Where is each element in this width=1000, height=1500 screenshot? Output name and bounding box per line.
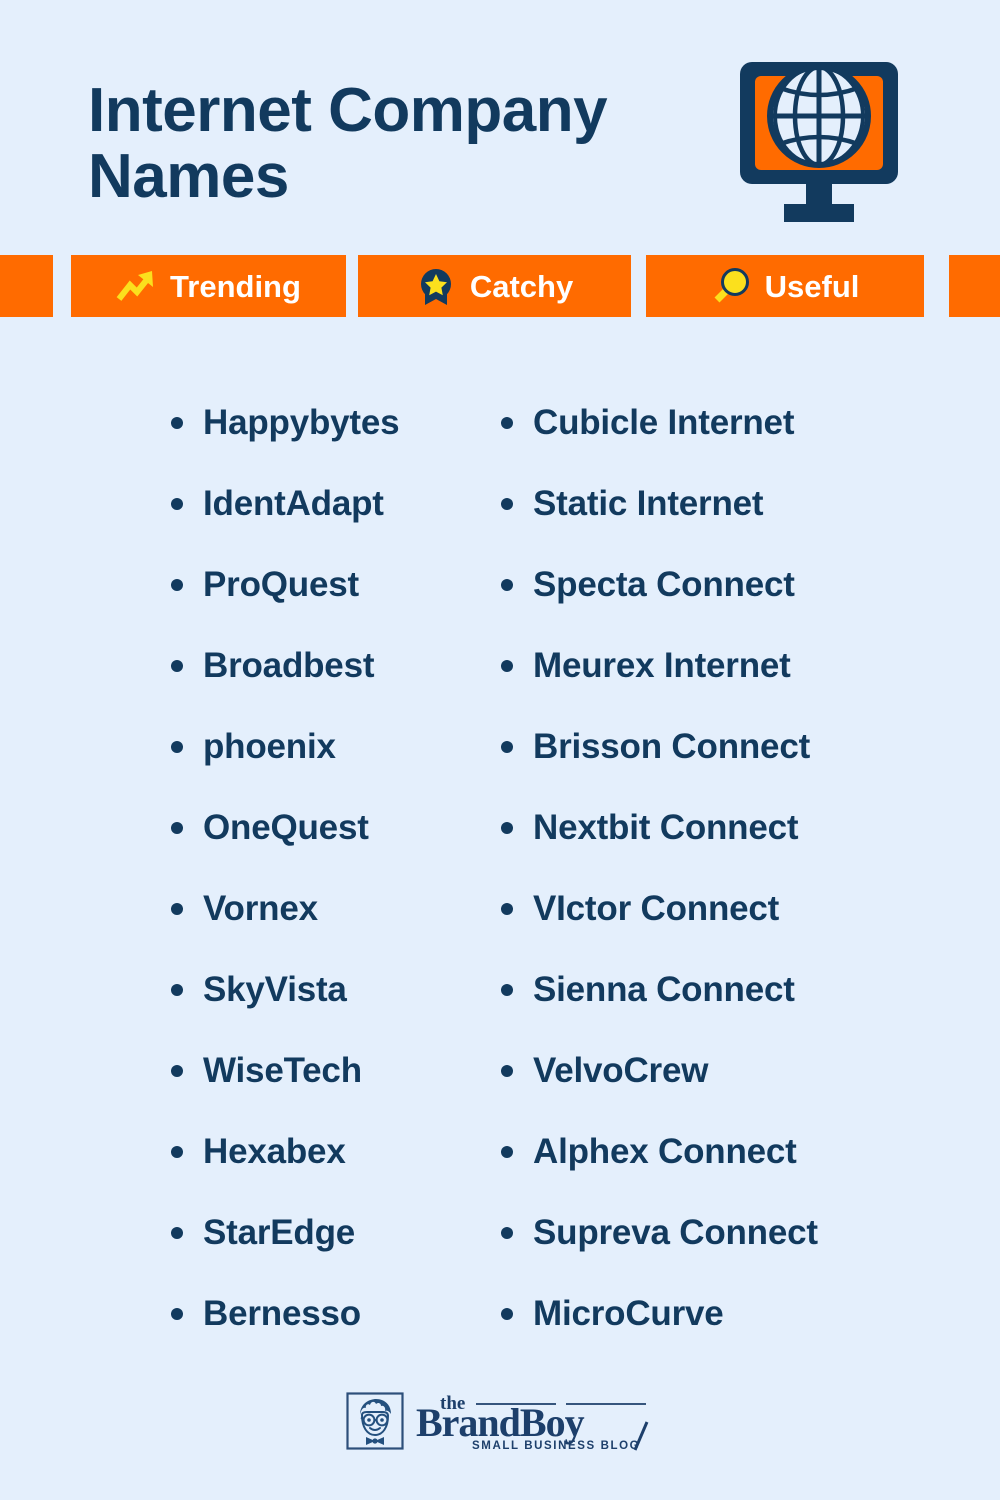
bullet-icon [501, 416, 513, 429]
footer: the BrandBoy SMALL BUSINESS BLOG [0, 1392, 1000, 1472]
list-item-label: Broadbest [203, 645, 375, 685]
bullet-icon [171, 902, 183, 915]
badge-trending-label: Trending [170, 268, 301, 304]
list-item-label: Alphex Connect [533, 1131, 797, 1171]
name-list-left: Happybytes IdentAdapt ProQuest Broadbest… [160, 382, 480, 1354]
list-item[interactable]: Vornex [160, 868, 480, 949]
list-item-label: Hexabex [203, 1131, 346, 1171]
bullet-icon [171, 578, 183, 591]
bullet-icon [501, 578, 513, 591]
list-item[interactable]: VelvoCrew [490, 1030, 910, 1111]
list-item-label: SkyVista [203, 969, 347, 1009]
badge-strip-right-stub [949, 255, 1000, 317]
page-title: Internet Company Names [88, 76, 608, 211]
list-item-label: Supreva Connect [533, 1212, 818, 1252]
logo-tagline-text: SMALL BUSINESS BLOG [472, 1440, 640, 1452]
bullet-icon [501, 740, 513, 753]
header: Internet Company Names [0, 0, 1000, 250]
bullet-icon [171, 983, 183, 996]
list-item[interactable]: Nextbit Connect [490, 787, 910, 868]
badge-strip-left-stub [0, 255, 53, 317]
bullet-icon [171, 821, 183, 834]
list-item-label: Meurex Internet [533, 645, 791, 685]
list-item-label: VelvoCrew [533, 1050, 709, 1090]
list-item[interactable]: StarEdge [160, 1192, 480, 1273]
boy-face-icon [346, 1392, 404, 1450]
name-list-left-column: Happybytes IdentAdapt ProQuest Broadbest… [160, 382, 480, 1372]
bullet-icon [171, 1307, 183, 1320]
name-lists: Happybytes IdentAdapt ProQuest Broadbest… [0, 382, 1000, 1372]
list-item-label: phoenix [203, 726, 336, 766]
list-item-label: IdentAdapt [203, 483, 384, 523]
badge-trending[interactable]: Trending [71, 255, 346, 317]
bullet-icon [171, 497, 183, 510]
list-item-label: Brisson Connect [533, 726, 811, 766]
bullet-icon [171, 416, 183, 429]
trending-up-icon [116, 271, 154, 301]
bullet-icon [171, 740, 183, 753]
list-item[interactable]: Meurex Internet [490, 625, 910, 706]
list-item-label: Specta Connect [533, 564, 795, 604]
bullet-icon [501, 821, 513, 834]
bullet-icon [171, 1145, 183, 1158]
bullet-icon [501, 1226, 513, 1239]
magnifier-icon [714, 268, 749, 303]
badge-catchy[interactable]: Catchy [358, 255, 631, 317]
bullet-icon [501, 1145, 513, 1158]
list-item[interactable]: ProQuest [160, 544, 480, 625]
list-item[interactable]: Sienna Connect [490, 949, 910, 1030]
bullet-icon [171, 659, 183, 672]
list-item-label: VIctor Connect [533, 888, 780, 928]
list-item[interactable]: Happybytes [160, 382, 480, 463]
list-item[interactable]: SkyVista [160, 949, 480, 1030]
list-item[interactable]: WiseTech [160, 1030, 480, 1111]
bullet-icon [171, 1226, 183, 1239]
bullet-icon [501, 983, 513, 996]
name-list-right-column: Cubicle Internet Static Internet Specta … [490, 382, 910, 1372]
list-item[interactable]: Cubicle Internet [490, 382, 910, 463]
list-item[interactable]: Hexabex [160, 1111, 480, 1192]
list-item[interactable]: VIctor Connect [490, 868, 910, 949]
bullet-icon [171, 1064, 183, 1077]
list-item-label: MicroCurve [533, 1293, 724, 1333]
badge-strip: Trending Catchy Useful [0, 255, 1000, 317]
list-item-label: Vornex [203, 888, 318, 928]
list-item-label: Bernesso [203, 1293, 361, 1333]
name-list-right: Cubicle Internet Static Internet Specta … [490, 382, 910, 1354]
bullet-icon [501, 497, 513, 510]
badge-useful-label: Useful [764, 268, 860, 304]
list-item[interactable]: Static Internet [490, 463, 910, 544]
list-item-label: Sienna Connect [533, 969, 795, 1009]
bullet-icon [501, 1307, 513, 1320]
list-item[interactable]: OneQuest [160, 787, 480, 868]
logo-brandboy-text: BrandBoy [416, 1400, 585, 1445]
list-item-label: WiseTech [203, 1050, 362, 1090]
monitor-globe-icon [740, 62, 898, 222]
list-item[interactable]: Bernesso [160, 1273, 480, 1354]
brandboy-wordmark: the BrandBoy SMALL BUSINESS BLOG [414, 1392, 654, 1454]
list-item[interactable]: Broadbest [160, 625, 480, 706]
list-item-label: Static Internet [533, 483, 764, 523]
list-item[interactable]: Alphex Connect [490, 1111, 910, 1192]
list-item[interactable]: phoenix [160, 706, 480, 787]
list-item-label: ProQuest [203, 564, 359, 604]
badge-useful[interactable]: Useful [646, 255, 924, 317]
list-item[interactable]: Supreva Connect [490, 1192, 910, 1273]
brandboy-logo[interactable]: the BrandBoy SMALL BUSINESS BLOG [346, 1392, 654, 1454]
list-item-label: Cubicle Internet [533, 402, 795, 442]
bullet-icon [501, 659, 513, 672]
list-item-label: OneQuest [203, 807, 369, 847]
badge-catchy-label: Catchy [469, 268, 574, 304]
list-item[interactable]: IdentAdapt [160, 463, 480, 544]
list-item-label: Happybytes [203, 402, 400, 442]
bullet-icon [501, 1064, 513, 1077]
list-item[interactable]: Brisson Connect [490, 706, 910, 787]
list-item-label: Nextbit Connect [533, 807, 799, 847]
award-star-icon [420, 269, 451, 305]
list-item[interactable]: MicroCurve [490, 1273, 910, 1354]
bullet-icon [501, 902, 513, 915]
list-item-label: StarEdge [203, 1212, 356, 1252]
list-item[interactable]: Specta Connect [490, 544, 910, 625]
